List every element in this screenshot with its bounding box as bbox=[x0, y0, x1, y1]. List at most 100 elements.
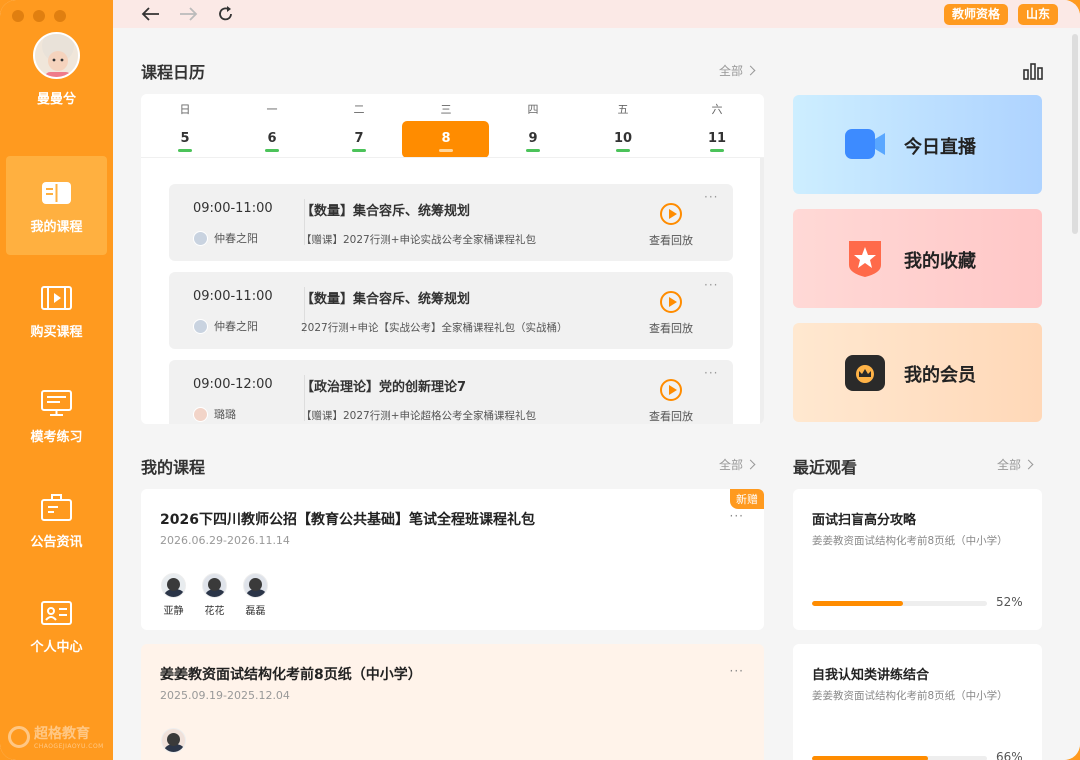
id-card-icon bbox=[41, 601, 72, 625]
calendar-day[interactable]: 六 11 bbox=[673, 94, 761, 157]
quick-card-label: 我的会员 bbox=[904, 365, 976, 386]
replay-button[interactable]: 查看回放 bbox=[649, 232, 693, 248]
date-number: 5 bbox=[180, 131, 190, 146]
progress-bar bbox=[812, 601, 987, 606]
window-controls bbox=[12, 10, 66, 22]
lesson-time: 09:00-12:00 bbox=[193, 377, 273, 392]
replay-button[interactable]: 查看回放 bbox=[649, 408, 693, 424]
tutor[interactable]: 亚静 bbox=[160, 573, 187, 617]
avatar[interactable] bbox=[33, 32, 80, 79]
my-membership-card[interactable]: 我的会员 bbox=[793, 323, 1042, 422]
play-icon[interactable] bbox=[660, 291, 682, 313]
lesson-list-scrollbar[interactable] bbox=[760, 158, 764, 424]
calendar-all-link[interactable]: 全部 bbox=[719, 62, 756, 79]
calendar-day-selected[interactable]: 三 8 bbox=[402, 94, 490, 158]
replay-button[interactable]: 查看回放 bbox=[649, 320, 693, 336]
top-bar: 教师资格 山东 bbox=[113, 0, 1080, 28]
sidebar-item-label: 模考练习 bbox=[30, 430, 83, 445]
course-date-range: 2025.09.19-2025.12.04 bbox=[160, 689, 290, 702]
tutor-list: 姜姜 bbox=[160, 728, 187, 760]
calendar-day[interactable]: 二 7 bbox=[315, 94, 403, 157]
tutor-name: 花花 bbox=[204, 606, 225, 617]
brand-name: 超格教育 bbox=[34, 726, 90, 742]
course-card[interactable]: 姜姜教资面试结构化考前8页纸（中小学） 2025.09.19-2025.12.0… bbox=[141, 644, 764, 760]
tutor[interactable]: 花花 bbox=[201, 573, 228, 617]
more-options-icon[interactable]: ··· bbox=[704, 366, 718, 380]
my-courses-all-link[interactable]: 全部 bbox=[719, 456, 756, 473]
lesson-package: 【赠课】2027行测+申论超格公考全家桶课程礼包 bbox=[301, 410, 537, 422]
progress-percent: 52% bbox=[996, 595, 1023, 609]
lesson-teacher: 璐璐 bbox=[193, 406, 236, 422]
weekday-label: 三 bbox=[440, 103, 452, 116]
play-icon[interactable] bbox=[660, 379, 682, 401]
brand-url: CHAOGEJIAOYU.COM bbox=[34, 743, 104, 750]
course-date-range: 2026.06.29-2026.11.14 bbox=[160, 534, 290, 547]
tutor[interactable]: 姜姜 bbox=[160, 728, 187, 760]
recent-all-link[interactable]: 全部 bbox=[997, 456, 1034, 473]
has-class-indicator bbox=[526, 149, 540, 152]
has-class-indicator bbox=[178, 149, 192, 152]
more-options-icon[interactable]: ··· bbox=[730, 664, 744, 678]
lesson-title: 【数量】集合容斥、统筹规划 bbox=[301, 292, 471, 307]
recent-course-name: 姜姜教资面试结构化考前8页纸（中小学） bbox=[812, 690, 1008, 702]
tutor-avatar bbox=[202, 573, 227, 598]
calendar-day[interactable]: 一 6 bbox=[228, 94, 316, 157]
sidebar-item-announcements[interactable]: 公告资讯 bbox=[6, 471, 107, 570]
sidebar-item-mock-exam[interactable]: 模考练习 bbox=[6, 366, 107, 465]
teacher-avatar bbox=[193, 230, 208, 246]
weekday-label: 六 bbox=[711, 103, 723, 116]
lesson-title: 【政治理论】党的创新理论7 bbox=[301, 380, 467, 395]
star-badge-icon bbox=[849, 241, 881, 277]
main-scrollbar[interactable] bbox=[1072, 34, 1078, 234]
region-tag[interactable]: 山东 bbox=[1018, 4, 1059, 25]
my-favorites-card[interactable]: 我的收藏 bbox=[793, 209, 1042, 308]
new-gift-badge: 新赠 bbox=[730, 489, 764, 509]
has-class-indicator bbox=[616, 149, 630, 152]
all-label: 全部 bbox=[719, 64, 744, 78]
teacher-avatar bbox=[193, 318, 208, 334]
weekday-label: 一 bbox=[266, 103, 278, 116]
tutor-name: 亚静 bbox=[163, 606, 184, 617]
tutor-avatar bbox=[243, 573, 268, 598]
refresh-icon[interactable] bbox=[216, 5, 236, 23]
briefcase-icon bbox=[41, 494, 72, 521]
progress-fill bbox=[812, 601, 903, 606]
sidebar-item-my-courses[interactable]: 我的课程 bbox=[6, 156, 107, 255]
sidebar-item-label: 个人中心 bbox=[30, 640, 83, 655]
date-number: 7 bbox=[354, 131, 364, 146]
lesson-item[interactable]: 09:00-11:00 仲春之阳 【数量】集合容斥、统筹规划 【赠课】2027行… bbox=[169, 184, 733, 261]
teacher-name: 璐璐 bbox=[214, 408, 236, 421]
lesson-item[interactable]: 09:00-12:00 璐璐 【政治理论】党的创新理论7 【赠课】2027行测+… bbox=[169, 360, 733, 424]
more-options-icon[interactable]: ··· bbox=[730, 509, 744, 523]
minimize-window-button[interactable] bbox=[33, 10, 45, 22]
book-open-icon bbox=[42, 182, 71, 204]
today-live-card[interactable]: 今日直播 bbox=[793, 95, 1042, 194]
course-card[interactable]: 新赠 2026下四川教师公招【教育公共基础】笔试全程班课程礼包 2026.06.… bbox=[141, 489, 764, 630]
sidebar-item-profile[interactable]: 个人中心 bbox=[6, 576, 107, 675]
all-label: 全部 bbox=[719, 458, 744, 472]
has-class-indicator bbox=[710, 149, 724, 152]
sidebar-item-buy-courses[interactable]: 购买课程 bbox=[6, 261, 107, 360]
forward-arrow-icon[interactable] bbox=[178, 5, 198, 23]
calendar-day[interactable]: 四 9 bbox=[489, 94, 577, 157]
has-class-indicator bbox=[265, 149, 279, 152]
exam-type-tag[interactable]: 教师资格 bbox=[944, 4, 1009, 25]
back-arrow-icon[interactable] bbox=[141, 5, 161, 23]
recent-title: 最近观看 bbox=[793, 458, 858, 477]
bar-chart-icon[interactable] bbox=[1023, 62, 1043, 80]
lesson-list: 09:00-11:00 仲春之阳 【数量】集合容斥、统筹规划 【赠课】2027行… bbox=[141, 157, 764, 424]
maximize-window-button[interactable] bbox=[54, 10, 66, 22]
play-icon[interactable] bbox=[660, 203, 682, 225]
calendar-day[interactable]: 五 10 bbox=[579, 94, 667, 157]
tutor-avatar bbox=[161, 573, 186, 598]
tutor[interactable]: 磊磊 bbox=[242, 573, 269, 617]
recent-item[interactable]: 自我认知类讲练结合 姜姜教资面试结构化考前8页纸（中小学） 66% bbox=[793, 644, 1042, 760]
lesson-item[interactable]: 09:00-11:00 仲春之阳 【数量】集合容斥、统筹规划 2027行测+申论… bbox=[169, 272, 733, 349]
username: 曼曼兮 bbox=[36, 92, 76, 107]
tutor-avatar bbox=[161, 728, 186, 753]
calendar-day[interactable]: 日 5 bbox=[141, 94, 229, 157]
recent-item[interactable]: 面试扫盲高分攻略 姜姜教资面试结构化考前8页纸（中小学） 52% bbox=[793, 489, 1042, 630]
close-window-button[interactable] bbox=[12, 10, 24, 22]
more-options-icon[interactable]: ··· bbox=[704, 278, 718, 292]
more-options-icon[interactable]: ··· bbox=[704, 190, 718, 204]
